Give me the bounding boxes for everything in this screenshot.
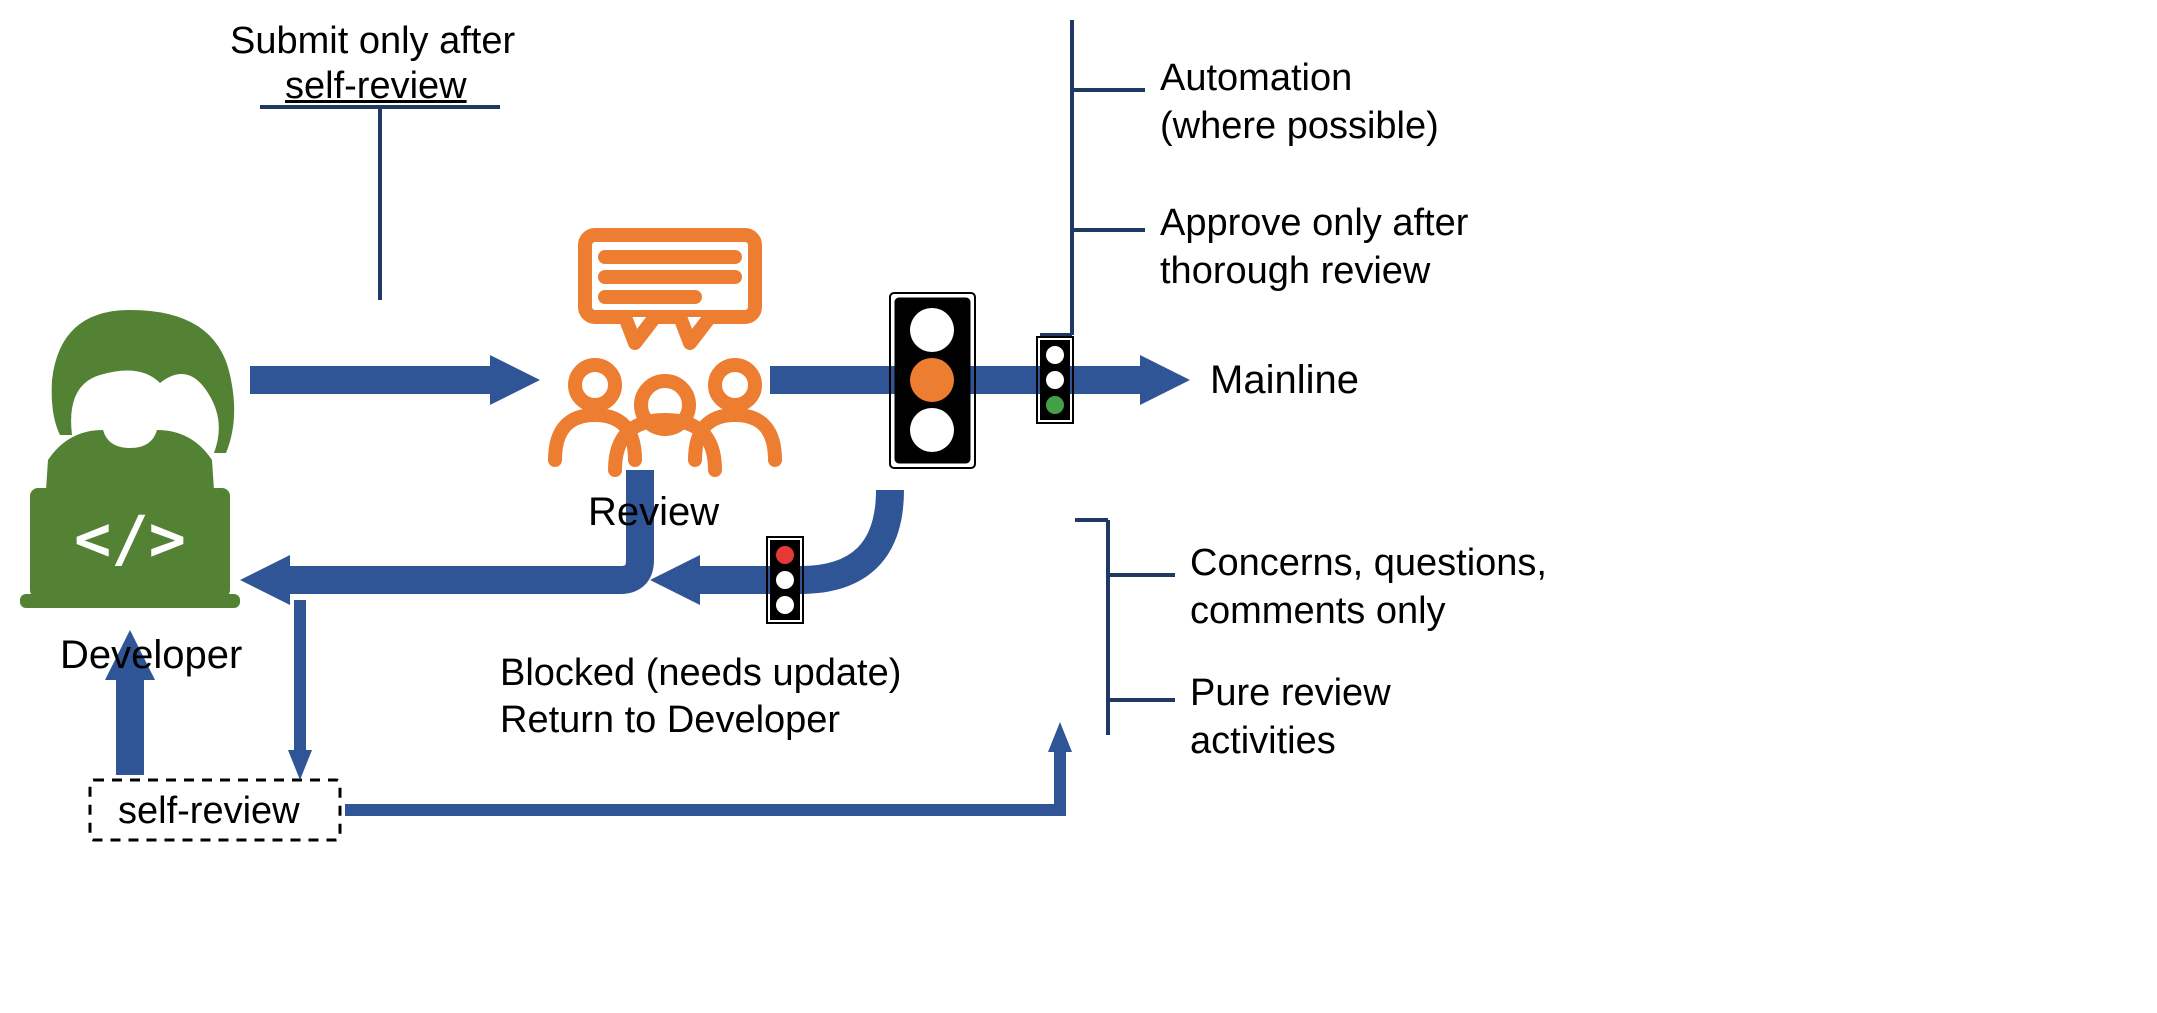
bracket-right-review: [1075, 520, 1175, 735]
label-submit-only: Submit only after: [230, 18, 515, 66]
label-return-to-dev: Return to Developer: [500, 697, 840, 745]
bracket-automation-approve: [1040, 20, 1145, 335]
label-self-review-underlined: self-review: [285, 63, 467, 111]
label-automation: Automation (where possible): [1160, 55, 1439, 150]
arrow-review-to-mainline: [770, 355, 1190, 405]
diagram-scene: </>: [0, 0, 2157, 1013]
label-pure-review: Pure review activities: [1190, 670, 1391, 765]
label-review: Review: [588, 487, 719, 537]
label-approve-only: Approve only after thorough review: [1160, 200, 1468, 295]
bracket-submit-self-review: [260, 107, 500, 300]
review-group-icon: [555, 235, 775, 470]
developer-icon: </>: [20, 310, 240, 608]
label-self-review-box: self-review: [118, 788, 300, 836]
label-concerns: Concerns, questions, comments only: [1190, 540, 1547, 635]
arrow-dev-to-review: [250, 355, 540, 405]
traffic-light-small-red: [767, 537, 803, 623]
traffic-light-small-green: [1037, 337, 1073, 423]
label-mainline: Mainline: [1210, 355, 1359, 405]
label-developer: Developer: [60, 630, 242, 680]
svg-text:</>: </>: [74, 502, 186, 575]
traffic-light-large: [890, 293, 975, 468]
arrow-return-to-selfreview: [288, 600, 312, 780]
label-blocked: Blocked (needs update): [500, 650, 901, 698]
